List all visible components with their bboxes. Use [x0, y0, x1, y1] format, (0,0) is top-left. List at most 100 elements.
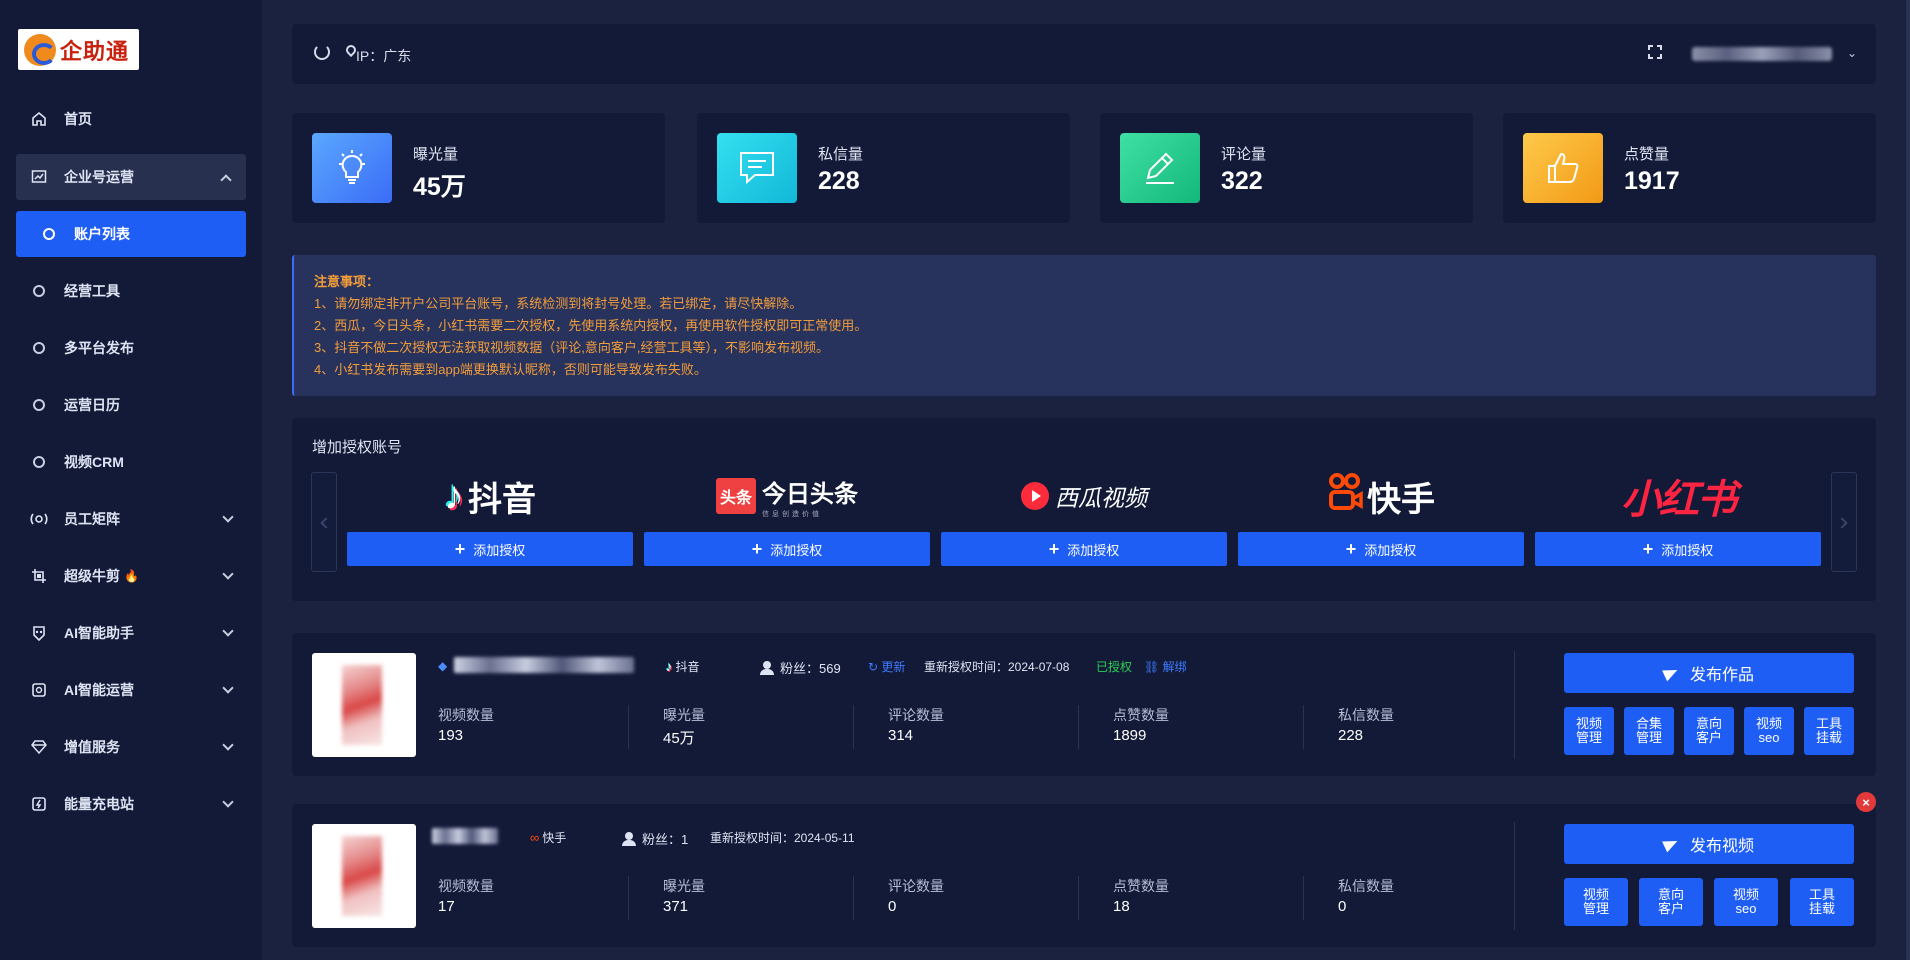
toutiao-icon: 头条 — [715, 478, 756, 514]
account-avatar — [312, 653, 416, 757]
tool-video-manage-button[interactable]: 视频 管理 — [1564, 707, 1614, 755]
sidebar-item-super-cut[interactable]: 超级牛剪 🔥 — [0, 553, 262, 599]
refresh-icon: ↻ — [868, 659, 882, 674]
tool-video-seo-button[interactable]: 视频 seo — [1714, 878, 1778, 926]
sidebar-item-video-crm[interactable]: 视频CRM — [0, 439, 262, 485]
tool-mount-button[interactable]: 工具 挂载 — [1804, 707, 1854, 755]
brand-logo[interactable]: 企助通 — [18, 29, 139, 70]
add-auth-button-douyin[interactable]: + 添加授权 — [347, 532, 633, 566]
auth-status: 已授权 — [1096, 660, 1133, 674]
tool-video-seo-button[interactable]: 视频 seo — [1744, 707, 1794, 755]
account-name-redacted — [432, 828, 498, 844]
sidebar-item-ai-operation[interactable]: AI智能运营 — [0, 667, 262, 713]
sidebar-item-value-added[interactable]: 增值服务 — [0, 724, 262, 770]
tool-video-manage-button[interactable]: 视频 管理 — [1564, 878, 1628, 926]
diamond-icon — [30, 738, 48, 756]
stat-value: 322 — [1221, 167, 1263, 195]
charge-icon — [30, 795, 48, 813]
chevron-left-icon — [320, 517, 332, 529]
user-name-redacted[interactable] — [1692, 47, 1832, 61]
button-label: 添加授权 — [1067, 542, 1120, 558]
radar-icon — [30, 510, 48, 528]
account-platform: ∞ 快手 — [530, 830, 567, 845]
account-card: ◆ ♪ 抖音 粉丝：569 ↻ 更新 重新授权时间：2024-07-08 已授权… — [292, 633, 1876, 776]
publish-video-button[interactable]: 发布视频 — [1564, 824, 1854, 864]
carousel-next-button[interactable] — [1831, 472, 1857, 572]
stat-card-exposure: 曝光量 45万 — [292, 113, 665, 223]
add-auth-button-xigua[interactable]: + 添加授权 — [941, 532, 1227, 566]
metric-messages: 私信数量 228 — [1338, 707, 1394, 744]
notice-line: 1、请勿绑定非开户公司平台账号，系统检测到将封号处理。若已绑定，请尽快解除。 — [314, 296, 803, 311]
plus-icon: + — [1048, 539, 1060, 559]
thumbs-up-icon — [1523, 133, 1603, 203]
reauth-time: 重新授权时间：2024-05-11 — [710, 831, 855, 845]
add-auth-button-kuaishou[interactable]: + 添加授权 — [1238, 532, 1524, 566]
sidebar-item-ai-assistant[interactable]: AI智能助手 — [0, 610, 262, 656]
ai-icon — [30, 681, 48, 699]
douyin-icon: ♪ — [444, 473, 464, 518]
dropdown-arrow-icon[interactable]: ⌄ — [1847, 46, 1857, 60]
douyin-icon: ♪ — [666, 659, 673, 674]
account-fans: 粉丝：1 — [622, 829, 688, 848]
button-label: 添加授权 — [770, 542, 823, 558]
add-auth-button-toutiao[interactable]: + 添加授权 — [644, 532, 930, 566]
account-avatar — [312, 824, 416, 928]
scrollbar[interactable] — [1906, 0, 1910, 960]
sidebar-item-account-list[interactable]: 账户列表 — [16, 211, 246, 257]
divider — [628, 705, 629, 749]
add-auth-button-xiaohongshu[interactable]: + 添加授权 — [1535, 532, 1821, 566]
tool-mount-button[interactable]: 工具 挂载 — [1790, 878, 1854, 926]
sidebar-item-label: 超级牛剪 — [64, 568, 120, 584]
sidebar-item-calendar[interactable]: 运营日历 — [0, 382, 262, 428]
platform-name: 抖音 — [468, 480, 536, 519]
pen-icon — [1120, 133, 1200, 203]
publish-works-button[interactable]: 发布作品 — [1564, 653, 1854, 693]
chevron-right-icon — [1836, 517, 1848, 529]
metric-video-count: 视频数量 193 — [438, 707, 494, 744]
account-card: ∞ 快手 粉丝：1 重新授权时间：2024-05-11 视频数量 17 曝光量 37… — [292, 792, 1876, 947]
stat-label: 曝光量 — [413, 146, 459, 163]
platform-name: 小红书 — [1621, 478, 1737, 522]
reauth-time: 重新授权时间：2024-07-08 — [924, 660, 1070, 674]
notice-line: 3、抖音不做二次授权无法获取视频数据（评论,意向客户,经营工具等），不影响发布视… — [314, 340, 829, 355]
send-icon — [1662, 835, 1680, 853]
sidebar-item-energy-station[interactable]: 能量充电站 — [0, 781, 262, 827]
sidebar-item-home[interactable]: 首页 — [0, 96, 262, 142]
sidebar-item-business-tools[interactable]: 经营工具 — [0, 268, 262, 314]
sidebar-item-multi-publish[interactable]: 多平台发布 — [0, 325, 262, 371]
divider — [1303, 705, 1304, 749]
tool-collection-manage-button[interactable]: 合集 管理 — [1624, 707, 1674, 755]
circle-icon — [30, 282, 48, 300]
unbind-link[interactable]: ⛓ 解绑 — [1144, 658, 1187, 675]
carousel-prev-button[interactable] — [311, 472, 337, 572]
top-bar: IP：广东 ⌄ — [292, 24, 1876, 84]
chevron-down-icon — [222, 511, 234, 523]
chevron-down-icon — [222, 625, 234, 637]
sidebar-item-staff-matrix[interactable]: 员工矩阵 — [0, 496, 262, 542]
stat-label: 私信量 — [818, 146, 864, 163]
button-label: 添加授权 — [473, 542, 526, 558]
tool-intent-customer-button[interactable]: 意向 客户 — [1639, 878, 1703, 926]
account-platform: ♪ 抖音 — [666, 659, 700, 674]
robot-icon — [30, 624, 48, 642]
fullscreen-icon[interactable] — [1648, 45, 1662, 59]
panel-title: 增加授权账号 — [312, 439, 403, 456]
divider — [853, 705, 854, 749]
refresh-icon[interactable] — [314, 44, 330, 60]
account-name-redacted — [454, 657, 634, 673]
divider — [853, 876, 854, 920]
notice-panel: 注意事项： 1、请勿绑定非开户公司平台账号，系统检测到将封号处理。若已绑定，请尽… — [292, 255, 1876, 396]
logo-icon — [24, 33, 56, 66]
update-link[interactable]: ↻ 更新 — [868, 658, 905, 675]
metric-video-count: 视频数量 17 — [438, 878, 494, 915]
circle-icon — [40, 225, 58, 243]
sidebar-group-enterprise[interactable]: 企业号运营 — [16, 154, 246, 200]
metric-likes: 点赞数量 1899 — [1113, 707, 1169, 744]
message-icon — [717, 133, 797, 203]
stat-value: 228 — [818, 167, 860, 195]
user-icon — [622, 831, 636, 846]
metric-likes: 点赞数量 18 — [1113, 878, 1169, 915]
tool-intent-customer-button[interactable]: 意向 客户 — [1684, 707, 1734, 755]
close-icon[interactable]: × — [1856, 792, 1876, 812]
chevron-down-icon — [222, 796, 234, 808]
